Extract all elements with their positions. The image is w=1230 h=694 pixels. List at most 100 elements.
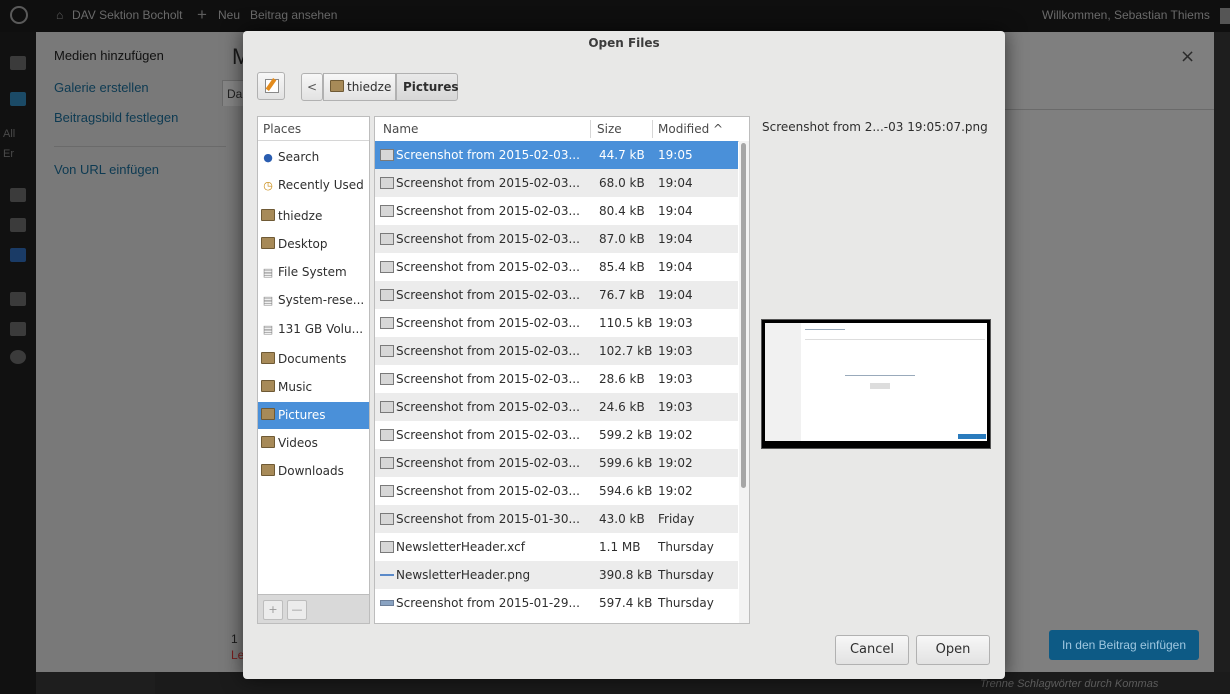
file-name-cell: NewsletterHeader.png: [396, 568, 531, 582]
place-documents[interactable]: Documents: [258, 346, 369, 373]
desktop-folder-icon: [261, 237, 275, 251]
place-music[interactable]: Music: [258, 374, 369, 401]
table-row[interactable]: Screenshot from 2015-02-03... 110.5 kB 19:…: [375, 309, 738, 337]
tags-hint: Trenne Schlagwörter durch Kommas: [980, 678, 1159, 690]
table-row[interactable]: Screenshot from 2015-02-03... 599.2 kB 19:…: [375, 421, 738, 449]
downloads-folder-icon: [261, 464, 275, 478]
table-row[interactable]: Screenshot from 2015-02-03... 102.7 kB 19:…: [375, 337, 738, 365]
place-label: Search: [278, 150, 320, 164]
table-row[interactable]: Screenshot from 2015-02-03... 599.6 kB 19:…: [375, 449, 738, 477]
file-name-cell: Screenshot from 2015-02-03...: [396, 204, 580, 218]
file-name-cell: Screenshot from 2015-02-03...: [396, 260, 580, 274]
table-row[interactable]: Screenshot from 2015-01-29... 597.4 kB Thu…: [375, 589, 738, 617]
place-label: 131 GB Volu...: [278, 322, 364, 336]
menu-insert-from-url[interactable]: Von URL einfügen: [54, 162, 159, 177]
close-icon[interactable]: ×: [1180, 46, 1195, 67]
file-name-cell: Screenshot from 2015-02-03...: [396, 400, 580, 414]
place-pictures[interactable]: Pictures: [258, 402, 369, 429]
column-name[interactable]: Name: [383, 122, 418, 136]
place-videos[interactable]: Videos: [258, 430, 369, 457]
cancel-button[interactable]: Cancel: [835, 635, 909, 665]
new-link[interactable]: Neu: [218, 8, 240, 22]
file-name-cell: Screenshot from 2015-02-03...: [396, 288, 580, 302]
file-name-cell: Screenshot from 2015-02-03...: [396, 428, 580, 442]
site-name-link[interactable]: DAV Sektion Bocholt: [72, 8, 183, 22]
table-row[interactable]: Screenshot from 2015-02-03... 80.4 kB 19:0…: [375, 197, 738, 225]
path-back-button[interactable]: <: [301, 73, 323, 101]
add-place-button[interactable]: +: [263, 600, 283, 620]
table-row[interactable]: Screenshot from 2015-02-03... 44.7 kB 19:0…: [375, 141, 738, 169]
menu-add-media[interactable]: Medien hinzufügen: [54, 48, 164, 63]
tools-icon[interactable]: [10, 322, 26, 336]
dashboard-icon[interactable]: [10, 56, 26, 70]
insert-into-post-button[interactable]: In den Beitrag einfügen: [1049, 630, 1199, 660]
image-file-icon: [380, 401, 394, 413]
location-edit-button[interactable]: [257, 72, 285, 100]
image-file-icon: [380, 457, 394, 469]
documents-folder-icon: [261, 352, 275, 366]
menu-fragment-all[interactable]: All: [3, 128, 15, 140]
scrollbar-thumb[interactable]: [741, 143, 746, 488]
file-size-cell: 599.6 kB: [599, 456, 653, 470]
place-volume[interactable]: ▤ 131 GB Volu...: [258, 316, 369, 343]
greeting-link[interactable]: Willkommen, Sebastian Thiems: [1042, 8, 1210, 22]
menu-featured-image[interactable]: Beitragsbild festlegen: [54, 110, 178, 125]
table-row[interactable]: Screenshot from 2015-02-03... 594.6 kB 19:…: [375, 477, 738, 505]
image-file-icon: [380, 149, 394, 161]
path-crumb-thiedze[interactable]: thiedze: [323, 73, 396, 101]
table-row[interactable]: Screenshot from 2015-02-03... 87.0 kB 19:0…: [375, 225, 738, 253]
file-list-scrollbar[interactable]: [739, 141, 749, 623]
file-modified-cell: 19:04: [658, 204, 693, 218]
place-system-reserved[interactable]: ▤ System-rese...: [258, 287, 369, 314]
table-row[interactable]: Screenshot from 2015-02-03... 85.4 kB 19:0…: [375, 253, 738, 281]
file-name-cell: Screenshot from 2015-02-03...: [396, 148, 580, 162]
file-size-cell: 390.8 kB: [599, 568, 653, 582]
pages-icon[interactable]: [10, 218, 26, 232]
path-crumb-pictures[interactable]: Pictures: [396, 73, 459, 101]
home-icon[interactable]: ⌂: [56, 8, 63, 22]
table-row[interactable]: Screenshot from 2015-02-03... 68.0 kB 19:0…: [375, 169, 738, 197]
place-thiedze[interactable]: thiedze: [258, 203, 369, 230]
users-icon[interactable]: [10, 292, 26, 306]
remove-place-button[interactable]: —: [287, 600, 307, 620]
media-icon[interactable]: [10, 188, 26, 202]
file-size-cell: 85.4 kB: [599, 260, 645, 274]
avatar[interactable]: [1220, 8, 1230, 24]
place-file-system[interactable]: ▤ File System: [258, 259, 369, 286]
dialog-title: Open Files: [588, 36, 660, 50]
preview-thumbnail: [761, 319, 991, 449]
table-row[interactable]: Screenshot from 2015-02-03... 24.6 kB 19:0…: [375, 393, 738, 421]
preview-image-line: [805, 339, 985, 340]
place-label: Pictures: [278, 408, 326, 422]
place-downloads[interactable]: Downloads: [258, 458, 369, 485]
column-size[interactable]: Size: [597, 122, 622, 136]
table-row[interactable]: Screenshot from 2015-02-03... 76.7 kB 19:0…: [375, 281, 738, 309]
file-name-cell: Screenshot from 2015-02-03...: [396, 316, 580, 330]
table-row[interactable]: Screenshot from 2015-02-03... 28.6 kB 19:0…: [375, 365, 738, 393]
table-row[interactable]: NewsletterHeader.png 390.8 kB Thursday: [375, 561, 738, 589]
file-modified-cell: 19:02: [658, 456, 693, 470]
posts-icon[interactable]: [10, 92, 26, 106]
file-list-header: Name Size Modified ^: [375, 117, 749, 142]
plus-icon[interactable]: +: [197, 5, 207, 25]
open-button[interactable]: Open: [916, 635, 990, 665]
view-post-link[interactable]: Beitrag ansehen: [250, 8, 337, 22]
table-row[interactable]: NewsletterHeader.xcf 1.1 MB Thursday: [375, 533, 738, 561]
menu-create-gallery[interactable]: Galerie erstellen: [54, 80, 149, 95]
selection-count-fragment: 1: [231, 632, 238, 646]
preview-filename: Screenshot from 2...-03 19:05:07.png: [762, 120, 988, 134]
place-recently-used[interactable]: ◷ Recently Used: [258, 172, 369, 199]
collapse-icon[interactable]: [10, 350, 26, 364]
menu-fragment-er[interactable]: Er: [3, 148, 14, 160]
place-desktop[interactable]: Desktop: [258, 231, 369, 258]
file-size-cell: 24.6 kB: [599, 400, 645, 414]
column-modified[interactable]: Modified ^: [658, 122, 723, 136]
place-search[interactable]: ● Search: [258, 144, 369, 171]
wordpress-logo-icon[interactable]: [10, 6, 28, 24]
plugin-icon[interactable]: [10, 248, 26, 262]
place-label: Recently Used: [278, 178, 364, 192]
file-name-cell: Screenshot from 2015-02-03...: [396, 456, 580, 470]
table-row[interactable]: Screenshot from 2015-01-30... 43.0 kB Frid…: [375, 505, 738, 533]
column-divider: [652, 120, 653, 138]
preview-image-button: [958, 434, 986, 439]
